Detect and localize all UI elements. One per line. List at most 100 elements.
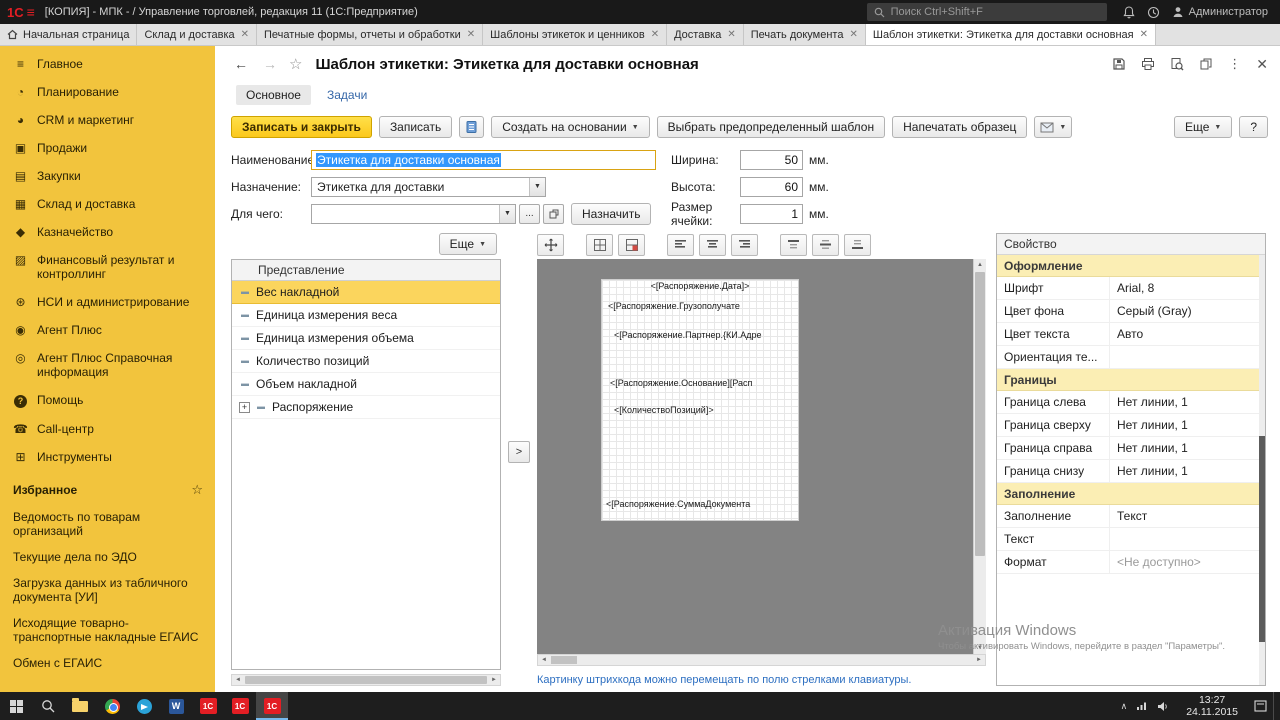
onec-app-button-active[interactable]: 1С <box>256 692 288 720</box>
sidebar-item-call-center[interactable]: ☎Call-центр <box>0 415 215 443</box>
close-tab-icon[interactable]: ✕ <box>241 29 249 40</box>
choose-predefined-template-button[interactable]: Выбрать предопределенный шаблон <box>657 116 885 138</box>
tab-delivery[interactable]: Доставка✕ <box>667 24 744 45</box>
tab-home[interactable]: Начальная страница <box>0 24 137 45</box>
start-button[interactable] <box>0 692 32 720</box>
close-tab-icon[interactable]: ✕ <box>1140 29 1148 40</box>
fields-horizontal-scrollbar[interactable]: ◄ ► <box>231 674 501 686</box>
chrome-button[interactable] <box>96 692 128 720</box>
property-value[interactable]: Серый (Gray) <box>1110 300 1265 322</box>
close-tab-icon[interactable]: ✕ <box>849 29 857 40</box>
properties-scrollbar[interactable] <box>1259 255 1265 685</box>
tab-label-template-editor[interactable]: Шаблон этикетки: Этикетка для доставки о… <box>866 24 1156 45</box>
for-select[interactable]: ▼ <box>311 204 516 224</box>
tab-tasks[interactable]: Задачи <box>327 88 367 102</box>
sidebar-item-purchases[interactable]: ▤Закупки <box>0 162 215 190</box>
save-icon[interactable] <box>1112 57 1126 71</box>
property-value[interactable]: Нет линии, 1 <box>1110 460 1265 482</box>
field-row-volume-unit[interactable]: ▬Единица измерения объема <box>232 327 500 350</box>
property-row[interactable]: Формат<Не доступно> <box>997 551 1265 574</box>
global-search-input[interactable]: Поиск Ctrl+Shift+F <box>867 3 1107 21</box>
sidebar-item-tools[interactable]: ⊞Инструменты <box>0 443 215 471</box>
property-section[interactable]: Оформление <box>997 255 1265 277</box>
show-in-list-button[interactable] <box>459 116 484 138</box>
taskbar-search-button[interactable] <box>32 692 64 720</box>
tab-label-templates[interactable]: Шаблоны этикеток и ценников✕ <box>483 24 667 45</box>
merge-cells-icon[interactable] <box>618 234 645 256</box>
favorite-item-goods-statement[interactable]: Ведомость по товарам организаций <box>0 504 215 544</box>
valign-middle-icon[interactable] <box>812 234 839 256</box>
property-row[interactable]: Ориентация те... <box>997 346 1265 369</box>
tab-print-document[interactable]: Печать документа✕ <box>744 24 866 45</box>
property-value[interactable]: Авто <box>1110 323 1265 345</box>
sidebar-item-main[interactable]: ≡Главное <box>0 50 215 78</box>
close-tab-icon[interactable]: ✕ <box>727 29 735 40</box>
template-placeholder[interactable]: <[Распоряжение.СуммаДокумента <box>606 499 750 509</box>
tab-main[interactable]: Основное <box>236 85 311 105</box>
scroll-left-icon[interactable]: ◄ <box>538 655 550 665</box>
user-menu[interactable]: Администратор <box>1172 6 1268 18</box>
main-menu-icon[interactable]: ≡ <box>27 7 35 17</box>
chevron-down-icon[interactable]: ▼ <box>529 178 545 196</box>
sidebar-item-agent-plus[interactable]: ◉Агент Плюс <box>0 316 215 344</box>
valign-top-icon[interactable] <box>780 234 807 256</box>
property-value[interactable]: Текст <box>1110 505 1265 527</box>
align-center-icon[interactable] <box>699 234 726 256</box>
taskbar-clock[interactable]: 13:27 24.11.2015 <box>1177 694 1247 718</box>
purpose-select[interactable]: Этикетка для доставки▼ <box>311 177 546 197</box>
property-value[interactable]: Нет линии, 1 <box>1110 414 1265 436</box>
sidebar-item-nsi-admin[interactable]: ⊛НСИ и администрирование <box>0 288 215 316</box>
scrollbar-thumb[interactable] <box>975 272 985 556</box>
create-based-on-button[interactable]: Создать на основании▼ <box>491 116 649 138</box>
field-row-positions-count[interactable]: ▬Количество позиций <box>232 350 500 373</box>
label-sheet[interactable]: <[Распоряжение.Дата]> <[Распоряжение.Гру… <box>601 279 799 521</box>
field-row-volume[interactable]: ▬Объем накладной <box>232 373 500 396</box>
align-left-icon[interactable] <box>667 234 694 256</box>
volume-icon[interactable] <box>1157 701 1169 712</box>
property-row[interactable]: ЗаполнениеТекст <box>997 505 1265 528</box>
move-tool-icon[interactable] <box>537 234 564 256</box>
favorite-toggle-icon[interactable]: ☆ <box>289 55 302 73</box>
print-sample-button[interactable]: Напечатать образец <box>892 116 1027 138</box>
editor-horizontal-scrollbar[interactable]: ◄ ► <box>537 654 986 666</box>
editor-vertical-scrollbar[interactable]: ▲ ▼ <box>973 259 986 654</box>
template-placeholder[interactable]: <[Распоряжение.Партнер.{КИ.Адре <box>614 330 762 340</box>
history-icon[interactable] <box>1147 6 1160 19</box>
close-page-icon[interactable]: ✕ <box>1256 56 1268 73</box>
network-icon[interactable] <box>1136 701 1148 711</box>
more-actions-icon[interactable]: ⋮ <box>1228 56 1241 72</box>
template-placeholder[interactable]: <[Распоряжение.Грузополучате <box>608 301 740 311</box>
scroll-right-icon[interactable]: ► <box>973 655 985 665</box>
forward-arrow-icon[interactable]: → <box>260 55 280 73</box>
name-input[interactable]: Этикетка для доставки основная <box>311 150 656 170</box>
scrollbar-thumb[interactable] <box>1259 436 1265 642</box>
preview-search-icon[interactable] <box>1170 57 1184 71</box>
copy-link-icon[interactable] <box>1199 57 1213 71</box>
property-section[interactable]: Заполнение <box>997 483 1265 505</box>
height-input[interactable]: 60 <box>740 177 803 197</box>
field-row-weight-unit[interactable]: ▬Единица измерения веса <box>232 304 500 327</box>
property-value[interactable]: <Не доступно> <box>1110 551 1265 573</box>
grid-cells-icon[interactable] <box>586 234 613 256</box>
sidebar-item-sales[interactable]: ▣Продажи <box>0 134 215 162</box>
expand-icon[interactable]: + <box>239 402 250 413</box>
show-desktop-button[interactable] <box>1274 692 1280 720</box>
notifications-icon[interactable] <box>1123 6 1135 19</box>
sidebar-item-finance[interactable]: ▨Финансовый результат и контроллинг <box>0 246 215 288</box>
file-explorer-button[interactable] <box>64 692 96 720</box>
telegram-button[interactable] <box>128 692 160 720</box>
field-row-weight[interactable]: ▬Вес накладной <box>232 281 500 304</box>
cell-size-input[interactable]: 1 <box>740 204 803 224</box>
close-tab-icon[interactable]: ✕ <box>467 29 475 40</box>
template-placeholder[interactable]: <[КоличествоПозиций]> <box>614 405 714 415</box>
fields-more-button[interactable]: Еще▼ <box>439 233 497 255</box>
sidebar-item-treasury[interactable]: ◆Казначейство <box>0 218 215 246</box>
property-row[interactable]: ШрифтArial, 8 <box>997 277 1265 300</box>
insert-field-button[interactable]: > <box>508 441 530 463</box>
scroll-left-icon[interactable]: ◄ <box>232 675 244 685</box>
property-value[interactable] <box>1110 528 1265 550</box>
align-right-icon[interactable] <box>731 234 758 256</box>
assign-button[interactable]: Назначить <box>571 203 651 225</box>
template-placeholder[interactable]: <[Распоряжение.Дата]> <box>651 281 750 291</box>
tab-print-forms[interactable]: Печатные формы, отчеты и обработки✕ <box>257 24 483 45</box>
